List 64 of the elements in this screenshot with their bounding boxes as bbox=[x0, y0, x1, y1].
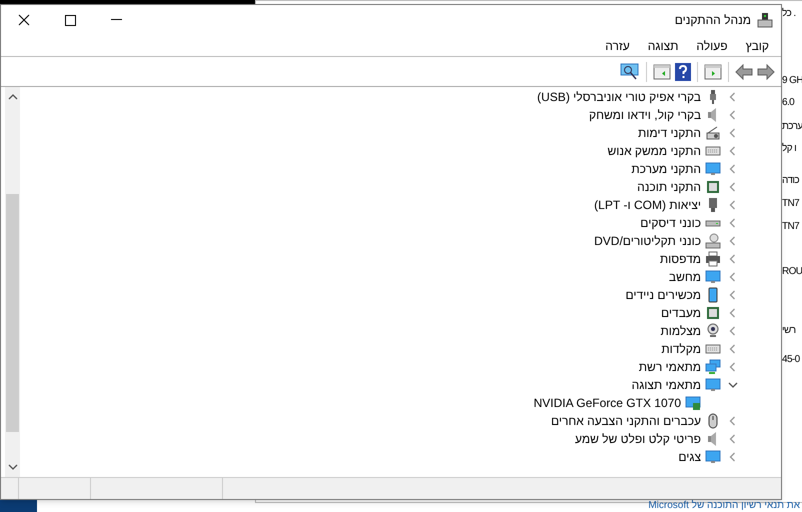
tree-item[interactable]: עכברים והתקני הצבעה אחרים bbox=[550, 412, 701, 430]
background-text: ROU bbox=[782, 265, 802, 279]
tree-item[interactable]: כונני תקליטורים/DVD bbox=[594, 232, 701, 250]
menu-item[interactable]: פעולה bbox=[696, 36, 728, 54]
help-icon[interactable] bbox=[675, 62, 691, 80]
close-icon bbox=[18, 14, 30, 26]
tree-item[interactable]: NVIDIA GeForce GTX 1070 bbox=[534, 394, 681, 412]
scrollbar-thumb[interactable] bbox=[6, 194, 19, 432]
tree-item[interactable]: התקני ממשק אנוש bbox=[608, 142, 701, 160]
drive-icon bbox=[705, 220, 721, 226]
disc-drive-icon bbox=[705, 233, 721, 249]
background-text: TN7 bbox=[782, 197, 800, 211]
printer-icon bbox=[705, 251, 721, 267]
tree-item[interactable]: מתאמי רשת bbox=[638, 358, 701, 376]
license-link[interactable]: את תנאי רשיון התוכנה של Microsoft bbox=[648, 500, 800, 512]
tree-item[interactable]: מחשב bbox=[668, 268, 701, 286]
menu-item[interactable]: עזרה bbox=[605, 36, 630, 54]
tree-item[interactable]: יציאות (COM ו- LPT) bbox=[594, 196, 701, 214]
forward-arrow-icon[interactable] bbox=[757, 64, 775, 80]
display-adapter-icon bbox=[685, 395, 701, 411]
scrollbar[interactable] bbox=[5, 87, 20, 477]
tree-item[interactable]: מתאמי תצוגה bbox=[632, 376, 701, 394]
tree-item[interactable]: מדפסות bbox=[660, 250, 701, 268]
background-text: 6.0 bbox=[782, 96, 794, 110]
tree-item[interactable]: התקני תוכנה bbox=[637, 178, 701, 196]
back-arrow-icon[interactable] bbox=[735, 64, 753, 80]
monitor-icon bbox=[705, 161, 721, 177]
monitor-icon bbox=[705, 449, 721, 465]
tree-item[interactable]: מקלדות bbox=[661, 340, 701, 358]
menu-item[interactable]: קובץ bbox=[746, 36, 769, 54]
background-text: ערכת bbox=[782, 120, 802, 134]
device-manager-icon bbox=[757, 12, 773, 28]
minimize-icon bbox=[110, 19, 122, 21]
tree-item[interactable]: מצלמות bbox=[660, 322, 701, 340]
tree-item[interactable]: בקרי אפיק טורי אוניברסלי (USB) bbox=[537, 88, 701, 106]
tree-item[interactable]: פריטי קלט ופלט של שמע bbox=[574, 430, 701, 448]
background-text: ו קל bbox=[782, 142, 796, 156]
background-text: רשי bbox=[782, 324, 796, 338]
webcam-icon bbox=[705, 323, 721, 339]
window-title: מנהל ההתקנים bbox=[674, 12, 751, 29]
scanner-icon bbox=[705, 125, 721, 141]
background-text: כל . bbox=[782, 6, 796, 21]
network-icon bbox=[705, 359, 721, 375]
tree-item[interactable]: התקני דימות bbox=[638, 124, 701, 142]
tree-item[interactable]: מעבדים bbox=[661, 304, 701, 322]
panel-icon[interactable] bbox=[653, 64, 671, 80]
background-text: 45-0 bbox=[782, 353, 800, 367]
tree-item[interactable]: כונני דיסקים bbox=[640, 214, 701, 232]
monitor-icon bbox=[705, 377, 721, 393]
taskbar-tile bbox=[0, 500, 37, 512]
menu-item[interactable]: תצוגה bbox=[648, 36, 678, 54]
panel-icon[interactable] bbox=[704, 64, 722, 80]
tree-item[interactable]: מכשירים ניידים bbox=[625, 286, 701, 304]
chip-icon bbox=[705, 179, 721, 195]
maximize-icon bbox=[64, 14, 76, 26]
background-text: כודה bbox=[782, 174, 800, 188]
tree-item[interactable]: צגים bbox=[678, 448, 701, 466]
background-text: TN7 bbox=[782, 220, 800, 234]
tree-item[interactable]: בקרי קול, וידאו ומשחק bbox=[589, 106, 701, 124]
chip-icon bbox=[705, 305, 721, 321]
monitor-search-icon[interactable] bbox=[620, 62, 640, 80]
tree-item[interactable]: התקני מערכת bbox=[631, 160, 701, 178]
monitor-icon bbox=[705, 269, 721, 285]
background-text: 9 GH bbox=[782, 74, 802, 88]
